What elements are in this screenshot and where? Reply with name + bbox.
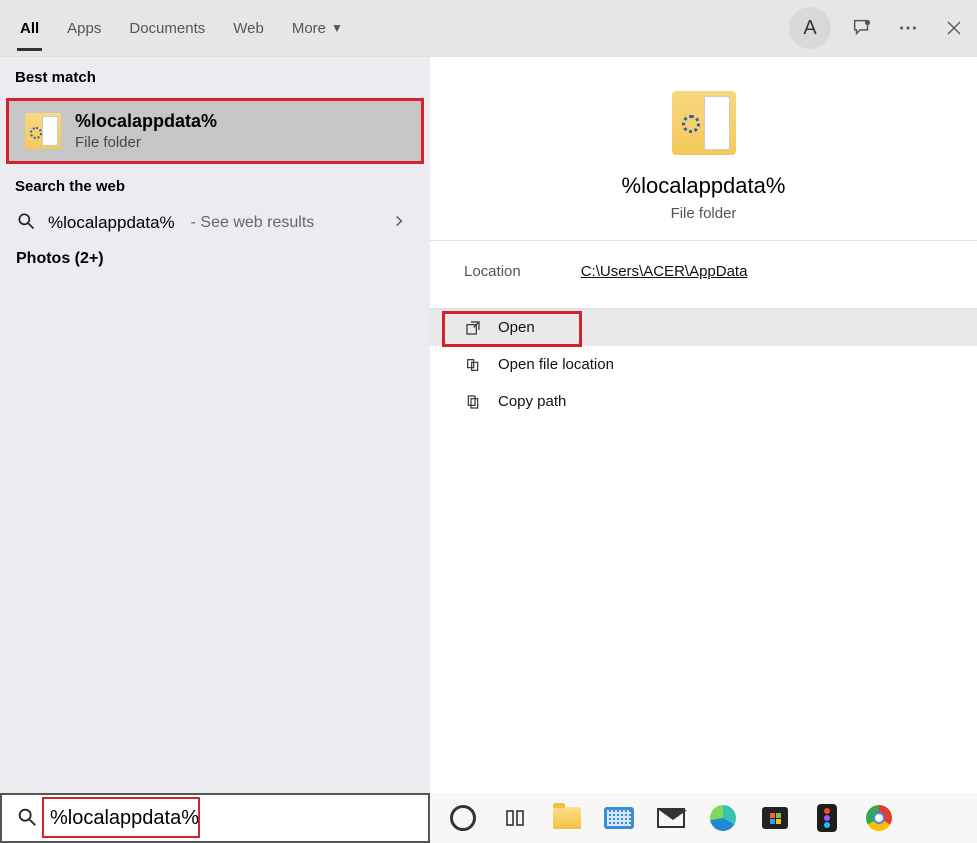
- topbar-right: A: [789, 0, 969, 56]
- close-icon[interactable]: [939, 19, 969, 37]
- best-match-text: %localappdata% File folder: [75, 111, 217, 151]
- search-icon: [16, 806, 38, 831]
- open-location-icon: [464, 357, 482, 373]
- more-options-icon[interactable]: [893, 17, 923, 39]
- preview-panel: %localappdata% File folder Location C:\U…: [430, 57, 977, 793]
- chevron-right-icon: [392, 214, 406, 231]
- tab-more[interactable]: More ▼: [278, 0, 357, 56]
- folder-icon: [25, 113, 61, 149]
- action-open[interactable]: Open: [430, 309, 977, 346]
- web-search-result[interactable]: %localappdata% - See web results: [0, 203, 430, 240]
- open-icon: [464, 320, 482, 336]
- file-explorer-icon[interactable]: [552, 803, 582, 833]
- action-copy-path[interactable]: Copy path: [430, 383, 977, 420]
- web-tail-text: - See web results: [191, 214, 315, 232]
- search-web-header: Search the web: [0, 166, 430, 203]
- taskbar: [430, 793, 977, 843]
- mail-icon[interactable]: [656, 803, 686, 833]
- tab-more-label: More: [292, 20, 326, 37]
- task-view-icon[interactable]: [500, 803, 530, 833]
- avatar[interactable]: A: [789, 7, 831, 49]
- action-open-location[interactable]: Open file location: [430, 346, 977, 383]
- action-open-location-label: Open file location: [498, 356, 614, 373]
- best-match-header: Best match: [0, 57, 430, 94]
- action-open-label: Open: [498, 319, 535, 336]
- chevron-down-icon: ▼: [331, 21, 343, 35]
- tab-documents[interactable]: Documents: [115, 0, 219, 56]
- preview-title: %localappdata%: [430, 173, 977, 199]
- tab-all[interactable]: All: [6, 0, 53, 56]
- location-path[interactable]: C:\Users\ACER\AppData: [581, 263, 748, 280]
- preview-folder-icon: [672, 91, 736, 155]
- microsoft-store-icon[interactable]: [760, 803, 790, 833]
- action-copy-path-label: Copy path: [498, 393, 566, 410]
- edge-icon[interactable]: [708, 803, 738, 833]
- web-query-text: %localappdata%: [48, 213, 175, 233]
- keyboard-app-icon[interactable]: [604, 803, 634, 833]
- search-icon: [16, 211, 36, 234]
- tab-apps[interactable]: Apps: [53, 0, 115, 56]
- preview-subtitle: File folder: [430, 205, 977, 222]
- best-match-title: %localappdata%: [75, 111, 217, 132]
- best-match-subtitle: File folder: [75, 134, 217, 151]
- actions-list: Open Open file location Copy path: [430, 308, 977, 420]
- search-filter-tabs: All Apps Documents Web More ▼ A: [0, 0, 977, 57]
- feedback-icon[interactable]: [847, 17, 877, 39]
- photos-section[interactable]: Photos (2+): [0, 240, 430, 278]
- tab-web[interactable]: Web: [219, 0, 278, 56]
- copy-icon: [464, 394, 482, 410]
- results-panel: Best match %localappdata% File folder Se…: [0, 57, 430, 793]
- figma-icon[interactable]: [812, 803, 842, 833]
- best-match-result[interactable]: %localappdata% File folder: [6, 98, 424, 164]
- cortana-icon[interactable]: [448, 803, 478, 833]
- chrome-icon[interactable]: [864, 803, 894, 833]
- tabs-container: All Apps Documents Web More ▼: [0, 0, 357, 56]
- search-input[interactable]: [44, 803, 420, 834]
- location-label: Location: [464, 263, 521, 280]
- search-bar[interactable]: [0, 793, 430, 843]
- location-row: Location C:\Users\ACER\AppData: [430, 241, 977, 302]
